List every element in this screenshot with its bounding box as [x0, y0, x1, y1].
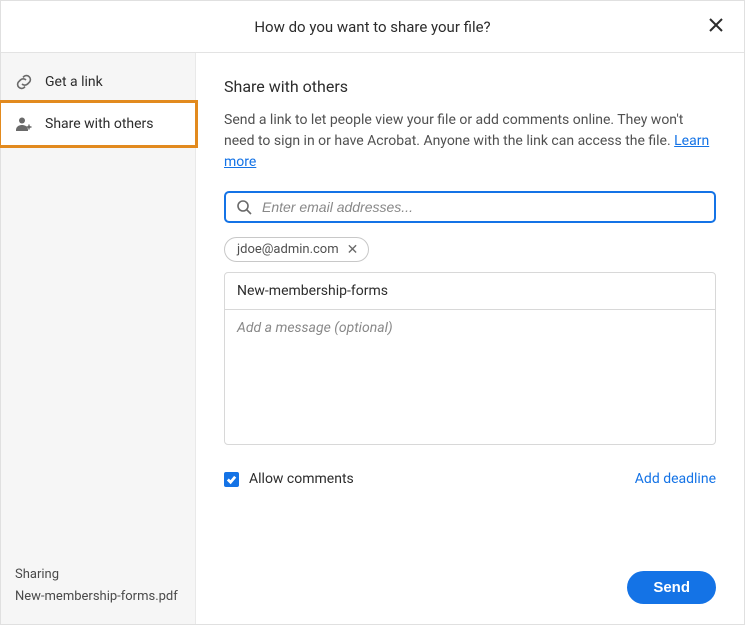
sidebar-footer: Sharing New-membership-forms.pdf	[1, 564, 195, 624]
sidebar-item-share-others[interactable]: Share with others	[0, 100, 198, 148]
people-add-icon	[15, 115, 33, 133]
email-input[interactable]	[262, 199, 704, 215]
sidebar-item-label: Get a link	[45, 74, 103, 90]
sidebar-item-label: Share with others	[45, 116, 154, 132]
send-row: Send	[224, 571, 716, 604]
search-icon	[236, 199, 252, 215]
main-panel: Share with others Send a link to let peo…	[196, 53, 744, 624]
options-row: Allow comments Add deadline	[224, 471, 716, 487]
dialog-body: Get a link Share with others Sharing New…	[1, 53, 744, 624]
add-deadline-link[interactable]: Add deadline	[635, 471, 716, 487]
description-text: Send a link to let people view your file…	[224, 112, 683, 149]
message-textarea[interactable]: Add a message (optional)	[225, 310, 715, 444]
share-dialog: How do you want to share your file? Get …	[0, 0, 745, 625]
close-icon	[708, 17, 724, 37]
recipient-chips: jdoe@admin.com ✕	[224, 237, 716, 262]
close-button[interactable]	[706, 17, 726, 37]
panel-title: Share with others	[224, 77, 716, 96]
allow-comments-checkbox[interactable]: Allow comments	[224, 471, 354, 487]
sharing-label: Sharing	[15, 564, 181, 586]
dialog-header: How do you want to share your file?	[1, 1, 744, 53]
allow-comments-label: Allow comments	[249, 471, 354, 487]
sidebar-items: Get a link Share with others	[1, 53, 195, 145]
send-button[interactable]: Send	[627, 571, 716, 604]
sidebar-item-get-link[interactable]: Get a link	[1, 61, 195, 103]
link-icon	[15, 73, 33, 91]
recipient-chip[interactable]: jdoe@admin.com ✕	[224, 237, 369, 262]
chip-email: jdoe@admin.com	[237, 242, 339, 257]
sidebar: Get a link Share with others Sharing New…	[1, 53, 196, 624]
email-input-container[interactable]	[224, 191, 716, 223]
message-box: New-membership-forms Add a message (opti…	[224, 272, 716, 445]
chip-remove-icon[interactable]: ✕	[347, 243, 359, 257]
checkbox-checked-icon	[224, 472, 239, 487]
dialog-title: How do you want to share your file?	[254, 18, 490, 36]
sharing-filename: New-membership-forms.pdf	[15, 586, 181, 608]
panel-description: Send a link to let people view your file…	[224, 110, 716, 173]
subject-input[interactable]: New-membership-forms	[225, 273, 715, 310]
